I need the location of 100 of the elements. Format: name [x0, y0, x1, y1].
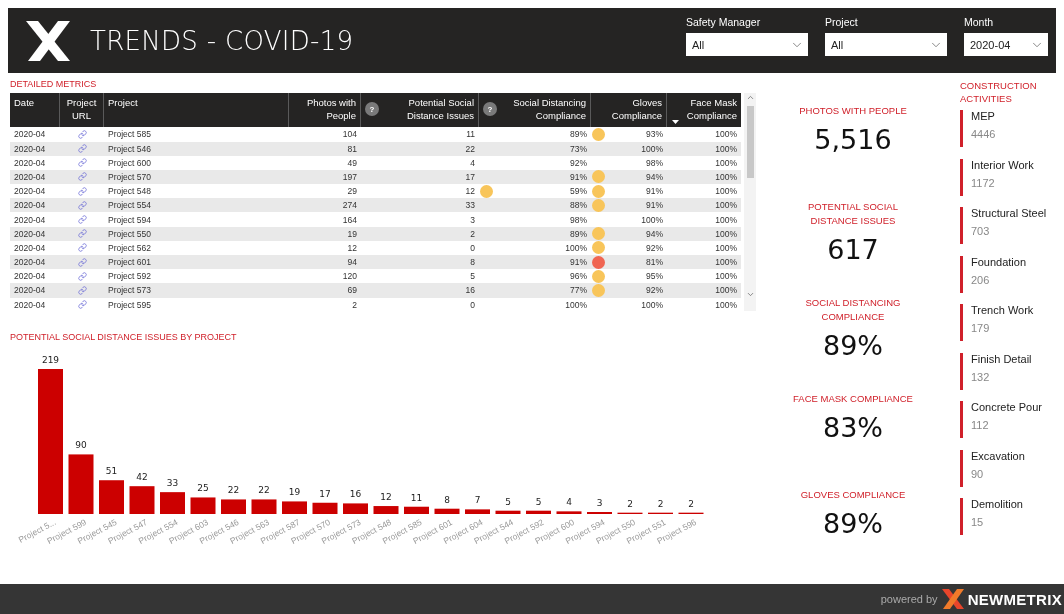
bar-value-label: 12 [380, 491, 392, 502]
accent-bar [960, 401, 963, 439]
accent-bar [960, 352, 963, 390]
filter-label: Month [964, 16, 995, 28]
column-header[interactable]: Face Mask Compliance [671, 96, 737, 123]
table-cell-text: 2020-04 [13, 171, 47, 182]
filter-dropdown[interactable]: 2020-04 [964, 33, 1048, 56]
link-icon[interactable] [77, 243, 87, 253]
table-cell-text: 69 [346, 285, 358, 296]
table-cell-text: 2020-04 [13, 257, 47, 268]
column-header[interactable]: Photos with People [293, 96, 356, 123]
section-title: DETAILED METRICS [10, 79, 98, 90]
link-icon[interactable] [77, 229, 87, 239]
column-header[interactable]: Date [14, 96, 35, 110]
section-title: CONSTRUCTION ACTIVITIES [960, 79, 1038, 106]
table-cell-text: 100% [714, 242, 738, 253]
kpi-title: GLOVES COMPLIANCE [800, 488, 906, 503]
table-cell: 98% [570, 214, 587, 225]
link-icon[interactable] [77, 172, 87, 182]
table-cell: 95% [646, 271, 663, 282]
brand-name: NEWMETRIX [967, 590, 1062, 608]
activity-count: 1172 [971, 176, 996, 189]
table-cell: 100% [565, 242, 587, 253]
activity-name: Concrete Pour [971, 401, 1042, 414]
table-cell-text: 17 [464, 171, 476, 182]
column-header[interactable]: Project URL [64, 96, 99, 123]
accent-bar [960, 255, 963, 293]
table-cell: 100% [641, 214, 663, 225]
table-cell-text: 2020-04 [13, 214, 47, 225]
table-cell-text: Project 595 [107, 299, 152, 310]
kpi-title: PHOTOS WITH PEOPLE [799, 104, 907, 119]
column-header[interactable]: Gloves Compliance [595, 96, 662, 123]
bar-value-label: 2 [688, 498, 694, 509]
bar [99, 480, 124, 514]
table-cell-text: 29 [346, 186, 358, 197]
table-cell-text: Project 550 [107, 228, 152, 239]
link-icon[interactable] [77, 186, 87, 196]
table-cell-text: 16 [464, 285, 476, 296]
activity-name: Trench Work [971, 304, 1034, 317]
bar-value-label: 51 [105, 466, 118, 476]
bar-value-label: 2 [657, 498, 664, 509]
bar [373, 505, 399, 514]
table-cell-text: 120 [341, 271, 358, 282]
table-cell: 94% [646, 228, 663, 239]
link-icon[interactable] [77, 271, 87, 281]
table-cell-text: 0 [469, 242, 476, 253]
powered-by-text: powered by [880, 593, 938, 606]
link-icon[interactable] [77, 257, 87, 267]
bar-value-label: 5 [505, 496, 511, 507]
table-cell-text: 12 [464, 186, 476, 197]
help-badge[interactable]: ? [483, 102, 497, 117]
filter-dropdown[interactable]: All [825, 33, 947, 56]
table-cell: 91% [570, 257, 587, 268]
bar [68, 454, 94, 514]
accent-bar [960, 158, 963, 196]
scrollbar-thumb[interactable] [746, 106, 754, 179]
scrollbar[interactable] [744, 93, 756, 312]
link-icon[interactable] [77, 215, 87, 225]
column-header[interactable]: Project [108, 96, 138, 110]
table-cell-text: Project 546 [107, 143, 152, 154]
table-cell-text: 81 [346, 143, 358, 154]
table-cell: 59% [570, 186, 587, 197]
filter-dropdown[interactable]: All [686, 33, 808, 56]
table-cell-text: 5 [469, 271, 476, 282]
table-cell: 89% [570, 129, 587, 140]
accent-bar [960, 110, 963, 148]
bar [495, 510, 521, 514]
activity-name: MEP [971, 110, 996, 123]
bar-value-label: 17 [319, 488, 331, 499]
table-cell-text: 100% [714, 157, 738, 168]
table-cell-text: 2 [351, 299, 358, 310]
bar [343, 503, 368, 514]
bar [221, 499, 246, 514]
link-icon[interactable] [77, 144, 87, 154]
bar [526, 510, 551, 514]
table-cell-text: 3 [469, 214, 476, 225]
activity-count: 179 [971, 322, 991, 335]
help-badge[interactable]: ? [365, 102, 379, 117]
bar-value-label: 22 [227, 485, 240, 496]
activity-count: 90 [971, 467, 985, 480]
table-cell-text: Project 562 [107, 242, 152, 253]
table-cell: 91% [570, 171, 587, 182]
table-cell-text: 2020-04 [13, 186, 47, 197]
column-header[interactable]: Potential Social Distance Issues [386, 96, 474, 123]
link-icon[interactable] [77, 129, 87, 139]
link-icon[interactable] [77, 200, 87, 210]
bar-value-label: 22 [258, 485, 270, 496]
bar-value-label: 4 [566, 497, 572, 508]
link-icon[interactable] [77, 300, 87, 310]
activity-name: Demolition [971, 498, 1023, 511]
column-header[interactable]: Social Distancing Compliance [498, 96, 586, 123]
table-cell: 94% [646, 171, 663, 182]
bar [129, 485, 155, 514]
link-icon[interactable] [77, 158, 87, 168]
bar-value-label: 8 [444, 494, 450, 505]
table-cell-text: 2020-04 [13, 285, 47, 296]
filter-label: Project [825, 16, 859, 28]
activity-name: Foundation [971, 255, 1027, 268]
link-icon[interactable] [77, 285, 87, 295]
table-cell-text: 274 [341, 200, 358, 211]
